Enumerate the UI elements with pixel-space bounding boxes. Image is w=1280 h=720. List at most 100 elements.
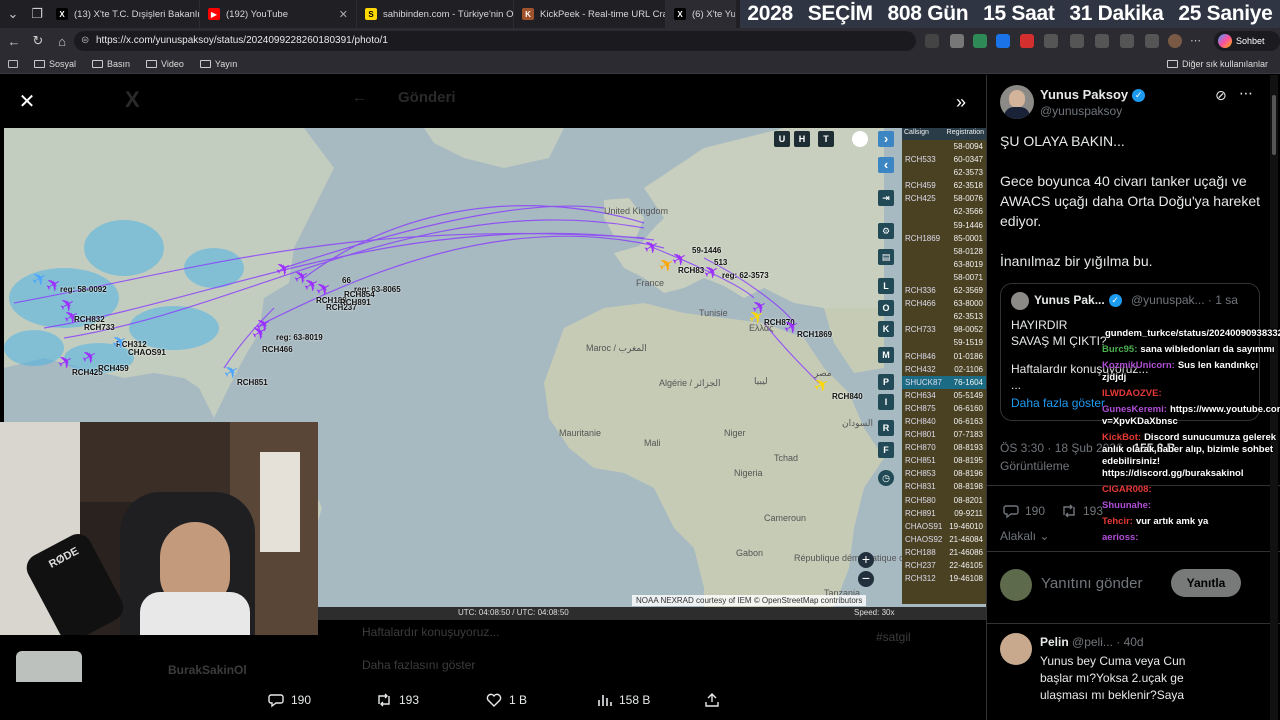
- views-action[interactable]: 158 B: [596, 692, 650, 708]
- header-registration[interactable]: Registration: [947, 129, 984, 139]
- aircraft-row[interactable]: 59-1446: [902, 219, 986, 232]
- aircraft-row[interactable]: RCH533 60-0347: [902, 153, 986, 166]
- aircraft-row[interactable]: RCH733 98-0052: [902, 323, 986, 336]
- panel-expand-icon[interactable]: ‹: [878, 157, 894, 173]
- aircraft-row[interactable]: RCH1869 85-0001: [902, 232, 986, 245]
- tab-actions-icon[interactable]: [8, 59, 18, 68]
- extension-icon[interactable]: [950, 34, 964, 48]
- panel-collapse-icon[interactable]: ›: [878, 131, 894, 147]
- settings-gear-icon[interactable]: ⚙: [878, 223, 894, 239]
- quoted-show-more-link[interactable]: Daha fazla göster: [1011, 396, 1105, 410]
- profile-avatar[interactable]: [1168, 34, 1182, 48]
- retweet-action[interactable]: 193: [376, 692, 419, 708]
- workspaces-icon[interactable]: ❐: [26, 6, 48, 22]
- reply-input[interactable]: Yanıtını gönder: [1041, 575, 1142, 592]
- puzzle-icon[interactable]: [1044, 34, 1058, 48]
- map-button-u[interactable]: U: [774, 131, 790, 147]
- tab-4[interactable]: K KickPeek - Real-time URL Crawler... ✕: [514, 0, 666, 28]
- aircraft-row[interactable]: RCH188 21-46086: [902, 546, 986, 559]
- extension-icon[interactable]: [996, 34, 1010, 48]
- map-layer-icon[interactable]: [852, 131, 868, 147]
- aircraft-row[interactable]: 58-0128: [902, 245, 986, 258]
- aircraft-row[interactable]: RCH801 07-7183: [902, 428, 986, 441]
- layers-icon[interactable]: ▤: [878, 249, 894, 265]
- map-button-t[interactable]: T: [818, 131, 834, 147]
- expand-panel-icon[interactable]: »: [950, 91, 972, 113]
- panel-retweet-action[interactable]: 193: [1061, 503, 1103, 519]
- bookmark-folder[interactable]: Video: [146, 59, 184, 69]
- aircraft-row[interactable]: RCH891 09-9211: [902, 507, 986, 520]
- history-icon[interactable]: ◷: [878, 470, 894, 486]
- copilot-chat-button[interactable]: Sohbet et: [1214, 31, 1280, 66]
- aircraft-row[interactable]: CHAOS91 19-46010: [902, 520, 986, 533]
- site-info-icon[interactable]: ⊜: [81, 31, 89, 51]
- aircraft-row[interactable]: 63-8019: [902, 258, 986, 271]
- grok-icon[interactable]: ⊘: [1215, 87, 1227, 104]
- author-name[interactable]: Yunus Paksoy ✓: [1040, 87, 1146, 103]
- favorites-icon[interactable]: [1095, 34, 1109, 48]
- map-button-o[interactable]: O: [878, 300, 894, 316]
- aircraft-row[interactable]: RCH580 08-8201: [902, 494, 986, 507]
- bookmark-folder[interactable]: Yayın: [199, 59, 237, 69]
- map-button-m[interactable]: M: [878, 347, 894, 363]
- aircraft-row[interactable]: 62-3573: [902, 166, 986, 179]
- url-field[interactable]: ⊜ https://x.com/yunuspaksoy/status/20240…: [74, 31, 916, 51]
- aircraft-row[interactable]: 58-0071: [902, 271, 986, 284]
- extension-icon[interactable]: [925, 34, 939, 48]
- aircraft-row[interactable]: RCH840 06-6163: [902, 415, 986, 428]
- collections-icon[interactable]: [1120, 34, 1134, 48]
- aircraft-row[interactable]: RCH425 58-0076: [902, 192, 986, 205]
- map-button-f[interactable]: F: [878, 442, 894, 458]
- zoom-out-button[interactable]: −: [858, 571, 874, 587]
- aircraft-row[interactable]: RCH634 05-5149: [902, 389, 986, 402]
- extension-icon[interactable]: [973, 34, 987, 48]
- aircraft-row[interactable]: CHAOS92 21-46084: [902, 533, 986, 546]
- aircraft-row[interactable]: RCH831 08-8198: [902, 480, 986, 493]
- aircraft-row[interactable]: RCH846 01-0186: [902, 350, 986, 363]
- aircraft-row[interactable]: 62-3566: [902, 205, 986, 218]
- close-icon[interactable]: ✕: [339, 8, 348, 21]
- tab-2[interactable]: ▶ (192) YouTube ✕: [200, 0, 357, 28]
- reply-author-avatar[interactable]: [1000, 633, 1032, 665]
- tab-1[interactable]: X (13) X'te T.C. Dışişleri Bakanlığı: ".…: [48, 0, 200, 28]
- aircraft-row[interactable]: RCH870 08-8193: [902, 441, 986, 454]
- aircraft-row[interactable]: RCH853 08-8196: [902, 467, 986, 480]
- reply-author-handle[interactable]: @peli...: [1072, 635, 1113, 649]
- more-options-icon[interactable]: ⋯: [1239, 85, 1253, 102]
- other-bookmarks[interactable]: Diğer sık kullanılanlar: [1166, 59, 1268, 69]
- panel-scroll-thumb[interactable]: [1272, 95, 1276, 155]
- tab-search-icon[interactable]: ⌄: [0, 6, 26, 22]
- downloads-icon[interactable]: [1145, 34, 1159, 48]
- aircraft-row[interactable]: RCH312 19-46108: [902, 572, 986, 585]
- map-button-h[interactable]: H: [794, 131, 810, 147]
- tab-3[interactable]: S sahibinden.com - Türkiye'nin Onl... ✕: [357, 0, 514, 28]
- more-icon[interactable]: ⋯: [1190, 34, 1204, 48]
- panel-reply-action[interactable]: 190: [1003, 503, 1045, 519]
- reply-author-name[interactable]: Pelin: [1040, 635, 1069, 649]
- back-icon[interactable]: ←: [2, 34, 26, 49]
- tab-5-active[interactable]: X (6) X'te Yunus: [666, 0, 736, 28]
- aircraft-row[interactable]: RCH237 22-46105: [902, 559, 986, 572]
- reload-icon[interactable]: ↻: [26, 33, 50, 49]
- header-callsign[interactable]: Callsign: [904, 129, 929, 139]
- reply-button[interactable]: Yanıtla: [1171, 569, 1241, 597]
- aircraft-row[interactable]: 59-1519: [902, 336, 986, 349]
- extension-icon[interactable]: [1020, 34, 1034, 48]
- aircraft-row[interactable]: RCH336 62-3569: [902, 284, 986, 297]
- aircraft-row[interactable]: RCH432 02-1106: [902, 363, 986, 376]
- aircraft-row[interactable]: RCH466 63-8000: [902, 297, 986, 310]
- aircraft-row[interactable]: 62-3513: [902, 310, 986, 323]
- alakali-filter[interactable]: Alakalı ⌄: [1000, 529, 1049, 543]
- map-button-l[interactable]: L: [878, 278, 894, 294]
- like-action[interactable]: 1 B: [486, 692, 527, 708]
- bookmark-folder[interactable]: Basın: [92, 59, 130, 69]
- bookmark-folder[interactable]: Sosyal: [34, 59, 76, 69]
- reply-action[interactable]: 190: [268, 692, 311, 708]
- map-button-k[interactable]: K: [878, 321, 894, 337]
- aircraft-row[interactable]: RCH875 06-6160: [902, 402, 986, 415]
- home-icon[interactable]: ⌂: [50, 34, 74, 49]
- author-avatar[interactable]: [1000, 85, 1034, 119]
- map-button-i[interactable]: I: [878, 394, 894, 410]
- close-icon[interactable]: ✕: [16, 91, 38, 113]
- split-view-icon[interactable]: [1070, 34, 1084, 48]
